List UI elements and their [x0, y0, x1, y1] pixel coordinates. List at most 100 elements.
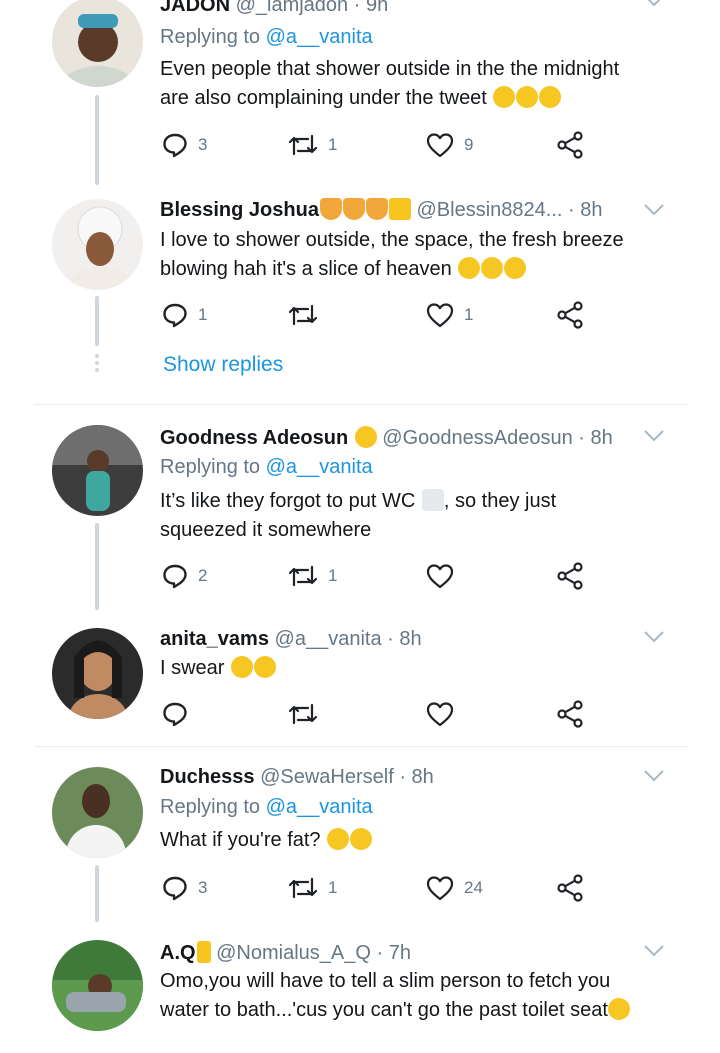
- smirk-emoji-icon: [350, 828, 373, 850]
- username[interactable]: @a__vanita: [275, 628, 382, 650]
- display-name[interactable]: anita_vams: [160, 628, 269, 650]
- like-button[interactable]: [426, 561, 464, 591]
- avatar[interactable]: [52, 940, 143, 1031]
- rofl-emoji-icon: [254, 656, 277, 678]
- thread-line: [95, 523, 99, 610]
- display-name[interactable]: JADON: [160, 0, 230, 16]
- chevron-down-icon[interactable]: [643, 630, 665, 644]
- tweet-text: Even people that shower outside in the t…: [160, 58, 620, 109]
- rofl-emoji-icon: [231, 656, 254, 678]
- timestamp[interactable]: · 8h: [568, 199, 602, 221]
- thread-line: [95, 865, 99, 922]
- tweet[interactable]: Duchesss @SewaHerself · 8h Replying to @…: [0, 747, 720, 922]
- share-icon: [556, 874, 584, 902]
- laughing-emoji-icon: [493, 86, 516, 108]
- shield-emoji-icon: [342, 198, 365, 220]
- share-icon: [556, 131, 584, 159]
- username[interactable]: @_iamjadon: [236, 0, 349, 16]
- avatar[interactable]: [52, 0, 143, 87]
- tweet[interactable]: A.Q @Nomialus_A_Q · 7h Omo,you will have…: [0, 922, 720, 1053]
- display-name[interactable]: Goodness Adeosun: [160, 427, 348, 449]
- tweet-actions: 1 1: [160, 300, 600, 330]
- like-button[interactable]: [426, 699, 464, 729]
- share-button[interactable]: [556, 130, 584, 160]
- display-name[interactable]: Duchesss: [160, 766, 255, 788]
- chevron-down-icon[interactable]: [643, 429, 665, 443]
- username[interactable]: @Blessin8824...: [417, 199, 563, 221]
- tweet-header: JADON @_iamjadon · 9h: [160, 0, 388, 18]
- like-button[interactable]: 9: [426, 130, 473, 160]
- laughing-emoji-icon: [327, 828, 350, 850]
- reply-icon: [162, 563, 188, 589]
- chevron-down-icon[interactable]: [643, 0, 665, 8]
- more-replies-dots: [95, 354, 99, 372]
- reply-icon: [162, 132, 188, 158]
- laughing-emoji-icon: [539, 86, 562, 108]
- tweet-header: anita_vams @a__vanita · 8h: [160, 626, 422, 652]
- avatar[interactable]: [52, 767, 143, 858]
- like-button[interactable]: 24: [426, 873, 483, 903]
- retweet-icon: [288, 302, 318, 328]
- avatar[interactable]: [52, 199, 143, 290]
- tweet[interactable]: anita_vams @a__vanita · 8h I swear: [0, 610, 720, 746]
- replying-to: Replying to @a__vanita: [160, 796, 373, 818]
- retweet-button[interactable]: [288, 699, 328, 729]
- chevron-down-icon[interactable]: [643, 944, 665, 958]
- retweet-button[interactable]: [288, 300, 328, 330]
- username[interactable]: @Nomialus_A_Q: [216, 942, 371, 964]
- tweet-header: Goodness Adeosun @GoodnessAdeosun · 8h: [160, 425, 613, 451]
- retweet-icon: [288, 563, 318, 589]
- chevron-down-icon[interactable]: [643, 203, 665, 217]
- tweet-text: I swear: [160, 654, 670, 683]
- share-button[interactable]: [556, 561, 584, 591]
- tweet-header: A.Q @Nomialus_A_Q · 7h: [160, 940, 411, 966]
- display-name[interactable]: A.Q: [160, 942, 196, 964]
- mention-link[interactable]: @a__vanita: [266, 26, 373, 48]
- tweet-actions: [160, 699, 600, 729]
- retweet-button[interactable]: 1: [288, 873, 337, 903]
- retweet-button[interactable]: 1: [288, 130, 337, 160]
- retweet-icon: [288, 132, 318, 158]
- tweet-text: What if you're fat?: [160, 826, 670, 855]
- share-button[interactable]: [556, 300, 584, 330]
- like-button[interactable]: 1: [426, 300, 473, 330]
- tweet-text: I love to shower outside, the space, the…: [160, 229, 624, 280]
- share-button[interactable]: [556, 699, 584, 729]
- reply-button[interactable]: [162, 699, 198, 729]
- timestamp[interactable]: · 7h: [377, 942, 411, 964]
- tweet[interactable]: Blessing Joshua @Blessin8824... · 8h I l…: [0, 193, 720, 405]
- share-button[interactable]: [556, 873, 584, 903]
- username[interactable]: @GoodnessAdeosun: [382, 427, 572, 449]
- timestamp[interactable]: · 8h: [399, 766, 433, 788]
- thread-line: [95, 95, 99, 185]
- timestamp[interactable]: · 8h: [578, 427, 612, 449]
- tweet[interactable]: JADON @_iamjadon · 9h Replying to @a__va…: [0, 0, 720, 185]
- show-replies-link[interactable]: Show replies: [163, 353, 283, 377]
- laughing-emoji-icon: [516, 86, 539, 108]
- share-icon: [556, 700, 584, 728]
- reply-button[interactable]: 1: [162, 300, 207, 330]
- mention-link[interactable]: @a__vanita: [266, 456, 373, 478]
- retweet-button[interactable]: 1: [288, 561, 337, 591]
- shield-emoji-icon: [365, 198, 388, 220]
- star-emoji-icon: [388, 198, 411, 220]
- reply-icon: [162, 302, 188, 328]
- tweet-text: It’s like they forgot to put WC , so the…: [160, 489, 557, 541]
- reply-button[interactable]: 3: [162, 130, 207, 160]
- display-name[interactable]: Blessing Joshua: [160, 199, 319, 221]
- heart-icon: [426, 563, 454, 589]
- heart-icon: [426, 701, 454, 727]
- username[interactable]: @SewaHerself: [260, 766, 394, 788]
- tweet-actions: 2 1: [160, 561, 600, 591]
- mention-link[interactable]: @a__vanita: [266, 796, 373, 818]
- reply-button[interactable]: 3: [162, 873, 207, 903]
- chevron-down-icon[interactable]: [643, 769, 665, 783]
- timestamp[interactable]: · 9h: [354, 0, 388, 16]
- avatar[interactable]: [52, 628, 143, 719]
- avatar[interactable]: [52, 425, 143, 516]
- laughing-emoji-icon: [458, 257, 481, 279]
- tweet[interactable]: Goodness Adeosun @GoodnessAdeosun · 8h R…: [0, 405, 720, 610]
- badge-emojis: [319, 198, 411, 221]
- reply-button[interactable]: 2: [162, 561, 207, 591]
- timestamp[interactable]: · 8h: [387, 628, 421, 650]
